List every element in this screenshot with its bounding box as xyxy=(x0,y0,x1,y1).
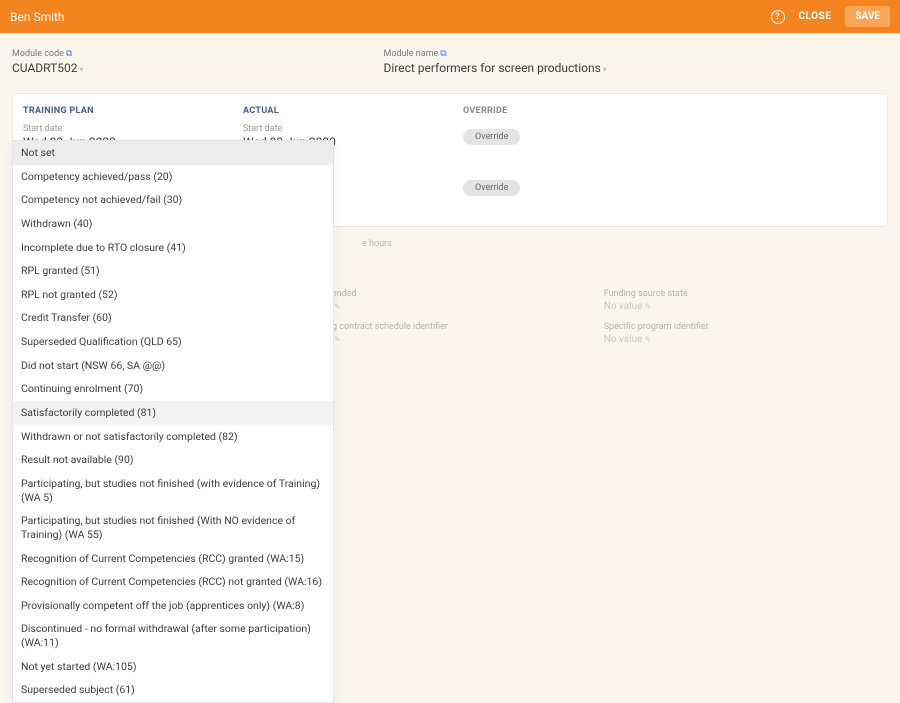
outcome-option[interactable]: Withdrawn or not satisfactorily complete… xyxy=(13,425,333,449)
module-code-value: CUADRT502▾ xyxy=(12,61,84,75)
override-heading: OVERRIDE xyxy=(463,106,877,116)
module-info-row: Module code⧉ CUADRT502▾ Module name⧉ Dir… xyxy=(0,33,900,81)
outcome-option[interactable]: Continuing enrolment (70) xyxy=(13,377,333,401)
outcome-option[interactable]: Recognition of Current Competencies (RCC… xyxy=(13,570,333,594)
module-code-field[interactable]: Module code⧉ CUADRT502▾ xyxy=(12,49,84,75)
outcome-option[interactable]: Superseded Qualification (QLD 65) xyxy=(13,330,333,354)
funding-source-value[interactable]: No value✎ xyxy=(604,301,856,312)
attended-label: ended xyxy=(332,289,584,299)
outcome-option[interactable]: Not set xyxy=(13,141,333,165)
help-icon[interactable]: ? xyxy=(771,10,785,24)
module-code-label: Module code⧉ xyxy=(12,49,84,59)
pencil-icon: ✎ xyxy=(644,335,651,344)
header-actions: ? CLOSE SAVE xyxy=(771,6,890,27)
outcome-option[interactable]: Result not available (90) xyxy=(13,448,333,472)
training-plan-heading: TRAINING PLAN xyxy=(23,106,243,116)
pencil-icon: ✎ xyxy=(644,302,651,311)
contract-value[interactable]: ✎ xyxy=(332,334,584,345)
pencil-icon: ✎ xyxy=(334,302,341,311)
title-bar: Ben Smith ? CLOSE SAVE xyxy=(0,0,900,33)
actual-heading: ACTUAL xyxy=(243,106,463,116)
save-button[interactable]: SAVE xyxy=(845,6,890,27)
attended-value[interactable]: ✎ xyxy=(332,301,584,312)
outcome-option[interactable]: Discontinued - no formal withdrawal (aft… xyxy=(13,617,333,654)
override-column: OVERRIDE Override Override xyxy=(463,106,877,204)
outcome-option[interactable]: Competency not achieved/fail (30) xyxy=(13,188,333,212)
attended-field: ended ✎ xyxy=(332,289,604,312)
chevron-down-icon: ▾ xyxy=(79,65,83,74)
chevron-down-icon: ▾ xyxy=(603,65,607,74)
outcome-option[interactable]: Satisfactorily completed (81) xyxy=(13,401,333,425)
hours-fragment: e hours xyxy=(362,239,888,249)
program-identifier-value[interactable]: No value✎ xyxy=(604,334,856,345)
contract-label: g contract schedule identifier xyxy=(332,322,584,332)
outcome-option[interactable]: Participating, but studies not finished … xyxy=(13,472,333,509)
module-name-label: Module name⧉ xyxy=(384,49,607,59)
module-name-value: Direct performers for screen productions… xyxy=(384,61,607,75)
outcome-option[interactable]: Did not start (NSW 66, SA @@) xyxy=(13,354,333,378)
page-title: Ben Smith xyxy=(10,10,65,24)
outcome-option[interactable]: Superseded subject (61) xyxy=(13,678,333,702)
module-name-field[interactable]: Module name⧉ Direct performers for scree… xyxy=(384,49,607,75)
contract-field: g contract schedule identifier ✎ xyxy=(332,322,604,345)
override-button[interactable]: Override xyxy=(463,129,520,145)
outcome-option[interactable]: Participating, but studies not finished … xyxy=(13,509,333,546)
override-button[interactable]: Override xyxy=(463,180,520,196)
start-date-label: Start date xyxy=(23,124,243,134)
funding-source-label: Funding source state xyxy=(604,289,856,299)
outcome-option[interactable]: Withdrawn (40) xyxy=(13,212,333,236)
outcome-option[interactable]: Recognition of Current Competencies (RCC… xyxy=(13,547,333,571)
outcome-dropdown[interactable]: Not setCompetency achieved/pass (20)Comp… xyxy=(12,140,334,703)
program-identifier-label: Specific program identifier xyxy=(604,322,856,332)
external-link-icon[interactable]: ⧉ xyxy=(66,49,72,59)
outcome-option[interactable]: RPL not granted (52) xyxy=(13,283,333,307)
pencil-icon: ✎ xyxy=(334,335,341,344)
outcome-option[interactable]: RPL granted (51) xyxy=(13,259,333,283)
outcome-option[interactable]: Provisionally competent off the job (app… xyxy=(13,594,333,618)
outcome-option[interactable]: Credit Transfer (60) xyxy=(13,306,333,330)
start-date-label: Start date xyxy=(243,124,463,134)
program-identifier-field: Specific program identifier No value✎ xyxy=(604,322,876,345)
funding-source-field: Funding source state No value✎ xyxy=(604,289,876,312)
outcome-option[interactable]: Competency achieved/pass (20) xyxy=(13,165,333,189)
outcome-option[interactable]: Not yet started (WA:105) xyxy=(13,655,333,679)
outcome-option[interactable]: Incomplete due to RTO closure (41) xyxy=(13,236,333,260)
close-button[interactable]: CLOSE xyxy=(799,11,832,22)
external-link-icon[interactable]: ⧉ xyxy=(440,49,446,59)
